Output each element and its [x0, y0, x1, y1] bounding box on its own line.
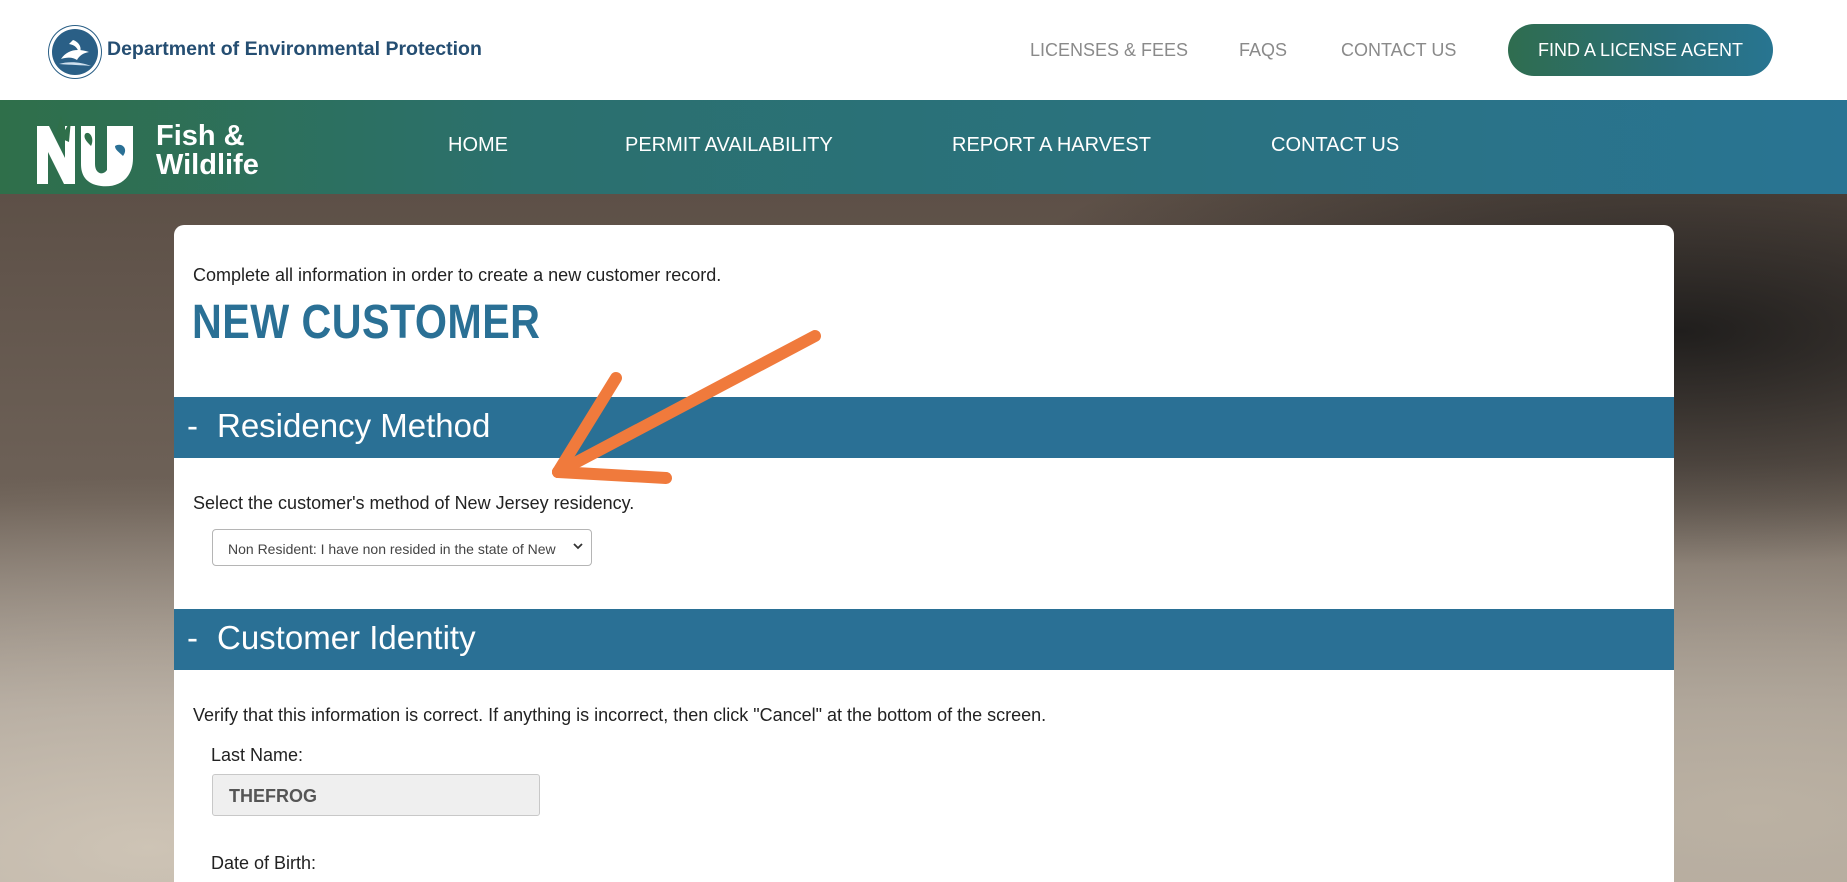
residency-method-header[interactable]: - Residency Method [174, 397, 1674, 458]
new-customer-card: Complete all information in order to cre… [174, 225, 1674, 882]
top-header: Department of Environmental Protection L… [0, 0, 1847, 100]
residency-help-text: Select the customer's method of New Jers… [193, 493, 635, 513]
logo-line-1: Fish & [156, 120, 245, 152]
dep-logo-icon[interactable] [49, 26, 101, 78]
nav-report-a-harvest[interactable]: REPORT A HARVEST [952, 134, 1151, 157]
collapse-toggle[interactable]: - [187, 407, 198, 445]
intro-text: Complete all information in order to cre… [193, 265, 722, 285]
find-license-agent-button[interactable]: FIND A LICENSE AGENT [1508, 24, 1773, 76]
last-name-field[interactable]: THEFROG [212, 774, 540, 816]
date-of-birth-label: Date of Birth: [211, 853, 317, 873]
department-name[interactable]: Department of Environmental Protection [107, 38, 482, 61]
fish-wildlife-logo-text[interactable]: Fish & Wildlife [156, 122, 259, 180]
chevron-down-icon [573, 543, 583, 550]
residency-selected-value: Non Resident: I have non resided in the … [228, 541, 556, 557]
nav-permit-availability[interactable]: PERMIT AVAILABILITY [625, 134, 833, 157]
nj-fish-wildlife-logo-icon[interactable] [35, 112, 135, 188]
page-title: NEW CUSTOMER [192, 296, 541, 349]
identity-help-text: Verify that this information is correct.… [193, 705, 1047, 725]
customer-identity-header[interactable]: - Customer Identity [174, 609, 1674, 670]
section-title: Customer Identity [217, 619, 476, 656]
collapse-toggle[interactable]: - [187, 619, 198, 657]
contact-us-top-link[interactable]: CONTACT US [1341, 40, 1456, 61]
last-name-label: Last Name: [211, 745, 304, 765]
nav-contact-us[interactable]: CONTACT US [1271, 134, 1399, 157]
licenses-fees-link[interactable]: LICENSES & FEES [1030, 40, 1188, 61]
residency-method-select[interactable]: Non Resident: I have non resided in the … [212, 529, 592, 566]
faqs-link[interactable]: FAQS [1239, 40, 1287, 61]
main-navbar: Fish & Wildlife HOME PERMIT AVAILABILITY… [0, 100, 1847, 194]
nav-home[interactable]: HOME [448, 134, 508, 157]
logo-line-2: Wildlife [156, 149, 259, 181]
section-title: Residency Method [217, 407, 491, 444]
annotation-arrow-icon [552, 330, 821, 484]
last-name-value: THEFROG [229, 786, 317, 806]
